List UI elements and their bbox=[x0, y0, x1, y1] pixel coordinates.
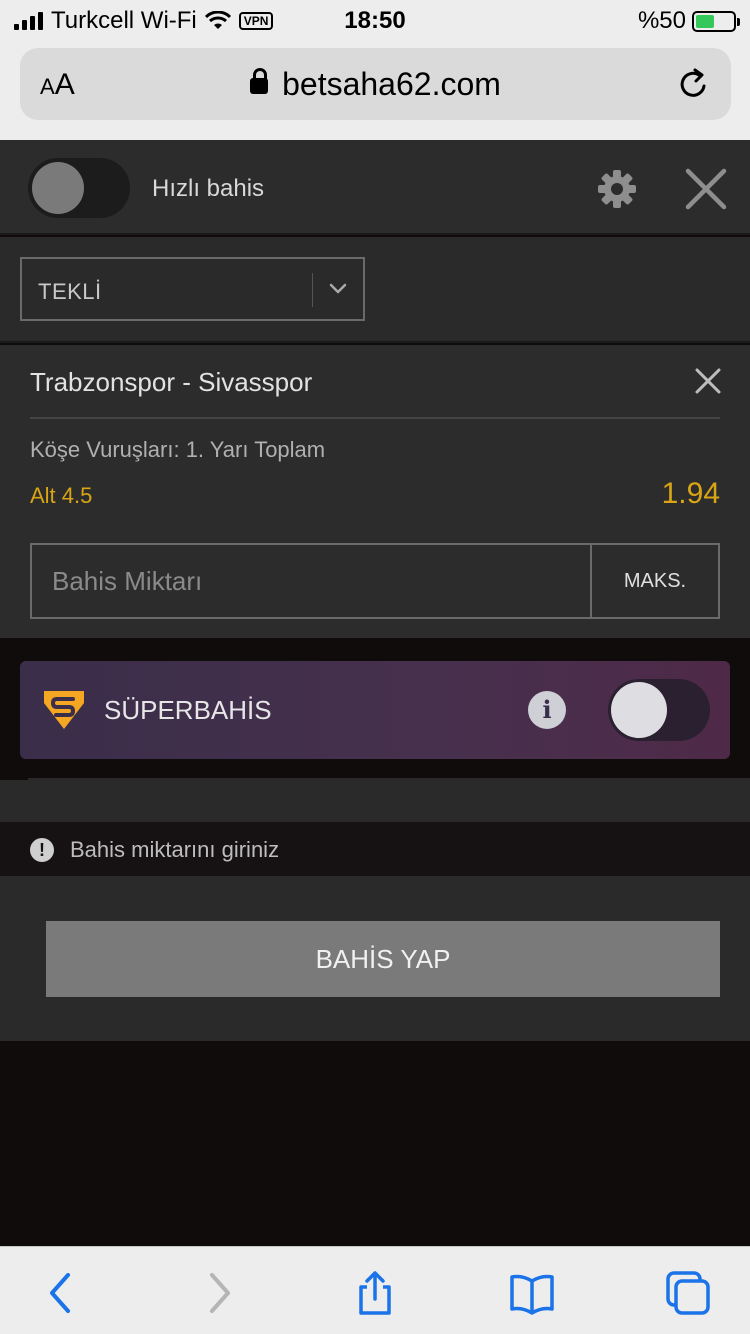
alert-icon: ! bbox=[30, 838, 54, 862]
super-bet-toggle[interactable] bbox=[608, 679, 710, 741]
browser-top-bar: AA betsaha62.com bbox=[0, 40, 750, 140]
battery-group: %50 bbox=[637, 7, 740, 35]
pick-name: Alt 4.5 bbox=[30, 483, 93, 508]
match-title: Trabzonspor - Sivasspor bbox=[30, 367, 313, 397]
quick-bet-label: Hızlı bahis bbox=[152, 175, 265, 202]
gear-icon[interactable] bbox=[596, 168, 638, 210]
back-icon[interactable] bbox=[38, 1269, 86, 1317]
bookmarks-icon[interactable] bbox=[508, 1269, 556, 1317]
max-stake-button[interactable]: MAKS. bbox=[590, 545, 718, 617]
place-bet-area: BAHİS YAP bbox=[0, 876, 750, 1041]
select-divider bbox=[312, 273, 313, 307]
status-bar: Turkcell Wi-Fi VPN 18:50 %50 bbox=[0, 0, 750, 40]
url-text: betsaha62.com bbox=[282, 66, 501, 102]
browser-toolbar bbox=[0, 1246, 750, 1334]
spacer-strip bbox=[0, 780, 750, 822]
bet-type-value: TEKLİ bbox=[38, 279, 102, 304]
super-bet-banner: SÜPERBAHİS i bbox=[20, 661, 730, 759]
address-bar[interactable]: AA betsaha62.com bbox=[20, 48, 731, 120]
stake-field: MAKS. bbox=[30, 543, 720, 619]
card-divider bbox=[30, 417, 720, 419]
stake-input[interactable] bbox=[32, 545, 592, 617]
superbahis-logo-icon bbox=[44, 691, 84, 729]
warning-text: Bahis miktarını giriniz bbox=[70, 837, 280, 862]
close-icon[interactable] bbox=[683, 166, 729, 212]
info-icon[interactable]: i bbox=[528, 691, 566, 729]
battery-icon bbox=[692, 10, 740, 32]
super-bet-label: SÜPERBAHİS bbox=[104, 695, 272, 725]
battery-percent: %50 bbox=[637, 7, 686, 34]
odds-value: 1.94 bbox=[661, 477, 720, 510]
warning-bar: ! Bahis miktarını giriniz bbox=[0, 822, 750, 876]
bet-type-select[interactable]: TEKLİ bbox=[20, 257, 365, 321]
super-bet-area: SÜPERBAHİS i bbox=[0, 638, 750, 780]
reload-icon[interactable] bbox=[673, 64, 713, 104]
share-icon[interactable] bbox=[351, 1269, 399, 1317]
lock-icon bbox=[250, 68, 269, 94]
screen: Turkcell Wi-Fi VPN 18:50 %50 AA betsaha6… bbox=[0, 0, 750, 1334]
quick-bet-toggle[interactable] bbox=[28, 158, 130, 218]
bet-type-area: TEKLİ bbox=[0, 237, 750, 343]
url-display[interactable]: betsaha62.com bbox=[20, 66, 731, 103]
selection-card: Trabzonspor - Sivasspor Köşe Vuruşları: … bbox=[0, 345, 750, 638]
market-name: Köşe Vuruşları: 1. Yarı Toplam bbox=[30, 437, 326, 462]
chevron-down-icon bbox=[329, 283, 347, 294]
bet-slip-header: Hızlı bahis bbox=[0, 140, 750, 235]
place-bet-button[interactable]: BAHİS YAP bbox=[46, 921, 720, 997]
tabs-icon[interactable] bbox=[664, 1269, 712, 1317]
remove-selection-icon[interactable] bbox=[694, 367, 722, 395]
forward-icon[interactable] bbox=[194, 1269, 242, 1317]
